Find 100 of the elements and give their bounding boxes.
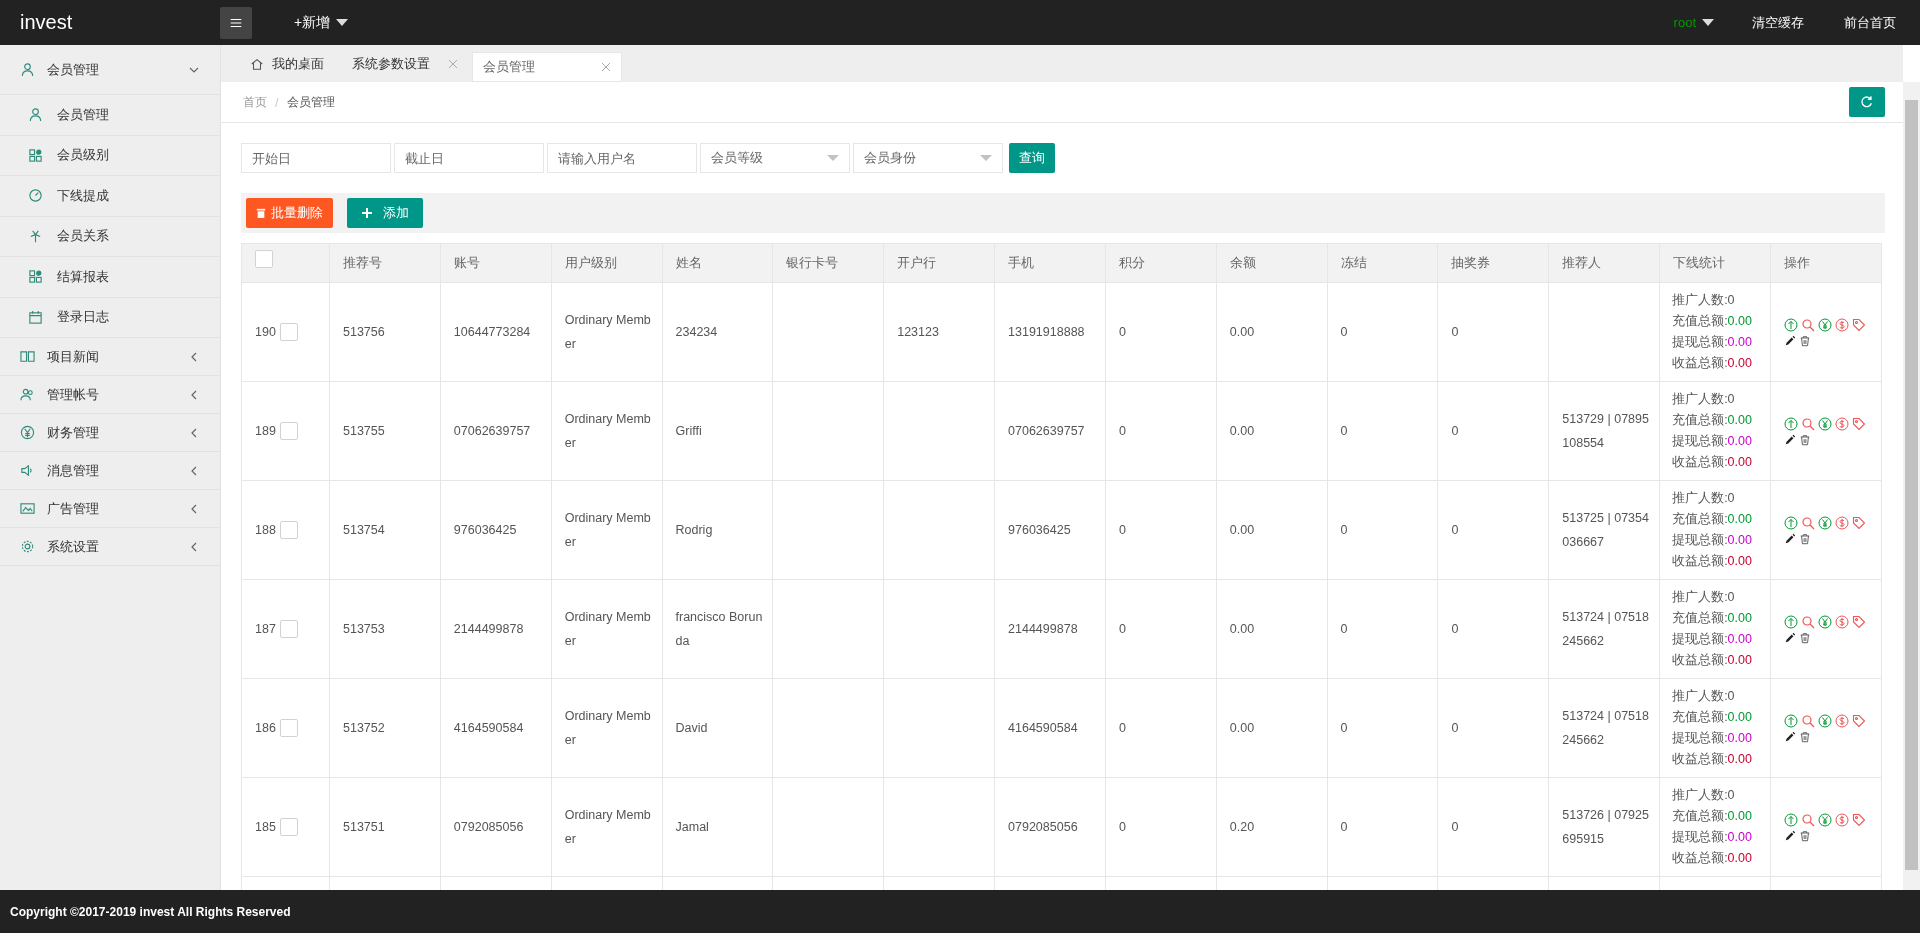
table-cell: 10644773284 bbox=[453, 325, 531, 339]
refresh-button[interactable] bbox=[1849, 87, 1885, 117]
dollar-icon[interactable] bbox=[1834, 713, 1849, 728]
table-cell: 0 bbox=[1340, 721, 1348, 735]
table-cell: 07062639757 bbox=[1008, 424, 1085, 438]
select-field[interactable]: 会员等级 bbox=[700, 143, 850, 173]
table-cell: 513754 bbox=[343, 523, 385, 537]
downline-stat: 收益总额:0.00 bbox=[1672, 553, 1753, 570]
pencil-icon[interactable] bbox=[1783, 433, 1796, 446]
speaker-icon bbox=[20, 463, 35, 478]
yen-icon[interactable] bbox=[1817, 515, 1832, 530]
column-header: 用户级别 bbox=[551, 243, 663, 283]
sidebar-group[interactable]: 广告管理 bbox=[0, 490, 220, 528]
sidebar-item[interactable]: 会员级别 bbox=[0, 135, 220, 176]
table-cell: francisco Borunda bbox=[675, 610, 763, 648]
logo: invest bbox=[19, 11, 74, 34]
sidebar-group[interactable]: 财务管理 bbox=[0, 414, 220, 452]
downline-stat: 提现总额:0.00 bbox=[1672, 829, 1753, 846]
dollar-icon[interactable] bbox=[1834, 614, 1849, 629]
checkbox[interactable] bbox=[279, 323, 298, 341]
trash-icon[interactable] bbox=[1798, 730, 1811, 743]
yen-icon[interactable] bbox=[1817, 317, 1832, 332]
tag-icon[interactable] bbox=[1851, 812, 1866, 827]
menu-button[interactable] bbox=[220, 6, 252, 39]
gauge-icon bbox=[28, 188, 43, 204]
user-menu[interactable]: root bbox=[1667, 14, 1720, 31]
column-header: 下线统计 bbox=[1659, 243, 1771, 283]
tab[interactable]: 我的桌面 bbox=[236, 46, 338, 82]
sidebar-group[interactable]: 项目新闻 bbox=[0, 338, 220, 376]
palm-icon bbox=[28, 228, 43, 244]
table-cell: Ordinary Member bbox=[564, 808, 651, 846]
yen-icon[interactable] bbox=[1817, 713, 1832, 728]
breadcrumb-link[interactable]: 会员管理 bbox=[286, 93, 335, 111]
checkbox[interactable] bbox=[279, 620, 298, 638]
dollar-icon[interactable] bbox=[1834, 416, 1849, 431]
dollar-icon[interactable] bbox=[1834, 812, 1849, 827]
people-icon bbox=[20, 387, 35, 402]
tag-icon[interactable] bbox=[1851, 713, 1866, 728]
close-icon[interactable] bbox=[448, 59, 458, 69]
header-link[interactable]: 前台首页 bbox=[1844, 13, 1896, 32]
add-menu[interactable]: +新增 bbox=[288, 12, 355, 33]
table-cell: Ordinary Member bbox=[564, 709, 651, 747]
table-cell: 4164590584 bbox=[1008, 721, 1078, 735]
tab[interactable]: 会员管理 bbox=[472, 52, 622, 82]
tab[interactable]: 系统参数设置 bbox=[338, 46, 472, 82]
yen-icon[interactable] bbox=[1817, 614, 1832, 629]
checkbox[interactable] bbox=[279, 521, 298, 539]
pencil-icon[interactable] bbox=[1783, 730, 1796, 743]
table-cell: 513726 | 07925695915 bbox=[1562, 808, 1649, 846]
table-cell: 0 bbox=[1118, 424, 1126, 438]
table-cell: 0 bbox=[1340, 424, 1348, 438]
tag-icon[interactable] bbox=[1851, 416, 1866, 431]
sidebar-item[interactable]: 会员关系 bbox=[0, 216, 220, 257]
checkbox[interactable] bbox=[279, 422, 298, 440]
downline-stat: 提现总额:0.00 bbox=[1672, 433, 1753, 450]
end-date-field[interactable]: 截止日 bbox=[394, 143, 544, 173]
checkbox[interactable] bbox=[279, 719, 298, 737]
table-cell: 234234 bbox=[675, 325, 718, 339]
checkbox[interactable] bbox=[255, 250, 273, 268]
trash-icon[interactable] bbox=[1798, 433, 1811, 446]
table-cell: 513724 | 07518245662 bbox=[1562, 709, 1649, 747]
pencil-icon[interactable] bbox=[1783, 334, 1796, 347]
pencil-icon[interactable] bbox=[1783, 829, 1796, 842]
start-date-field[interactable]: 开始日 bbox=[241, 143, 391, 173]
sidebar-item[interactable]: 登录日志 bbox=[0, 297, 220, 338]
person-icon bbox=[20, 62, 35, 77]
select-field[interactable]: 会员身份 bbox=[853, 143, 1003, 173]
search-button[interactable]: 查询 bbox=[1009, 143, 1055, 173]
dollar-icon[interactable] bbox=[1834, 317, 1849, 332]
downline-stat: 充值总额:0.00 bbox=[1672, 412, 1753, 429]
sidebar-group[interactable]: 管理帐号 bbox=[0, 376, 220, 414]
yen-icon[interactable] bbox=[1817, 812, 1832, 827]
add-button[interactable]: 添加 bbox=[347, 198, 423, 228]
dollar-icon[interactable] bbox=[1834, 515, 1849, 530]
checkbox[interactable] bbox=[279, 818, 298, 836]
grid-icon bbox=[28, 269, 43, 285]
column-header: 开户行 bbox=[883, 243, 995, 283]
username-field[interactable]: 请输入用户名 bbox=[547, 143, 697, 173]
row-id: 188 bbox=[255, 522, 276, 539]
scrollbar[interactable] bbox=[1903, 82, 1920, 890]
pencil-icon[interactable] bbox=[1783, 631, 1796, 644]
yen-icon[interactable] bbox=[1817, 416, 1832, 431]
tag-icon[interactable] bbox=[1851, 515, 1866, 530]
sidebar-group[interactable]: 会员管理 bbox=[0, 45, 220, 95]
trash-icon[interactable] bbox=[1798, 334, 1811, 347]
column-header: 推荐人 bbox=[1548, 243, 1660, 283]
sidebar-group[interactable]: 系统设置 bbox=[0, 528, 220, 566]
sidebar-item[interactable]: 会员管理 bbox=[0, 95, 220, 136]
header-link[interactable]: 清空缓存 bbox=[1752, 13, 1804, 32]
table-cell: 0 bbox=[1340, 820, 1348, 834]
sidebar-item[interactable]: 结算报表 bbox=[0, 257, 220, 298]
sidebar-group[interactable]: 消息管理 bbox=[0, 452, 220, 490]
tag-icon[interactable] bbox=[1851, 614, 1866, 629]
trash-icon[interactable] bbox=[1798, 829, 1811, 842]
trash-icon[interactable] bbox=[1798, 532, 1811, 545]
close-icon[interactable] bbox=[601, 62, 611, 72]
sidebar-item[interactable]: 下线提成 bbox=[0, 176, 220, 217]
tag-icon[interactable] bbox=[1851, 317, 1866, 332]
pencil-icon[interactable] bbox=[1783, 532, 1796, 545]
trash-icon[interactable] bbox=[1798, 631, 1811, 644]
